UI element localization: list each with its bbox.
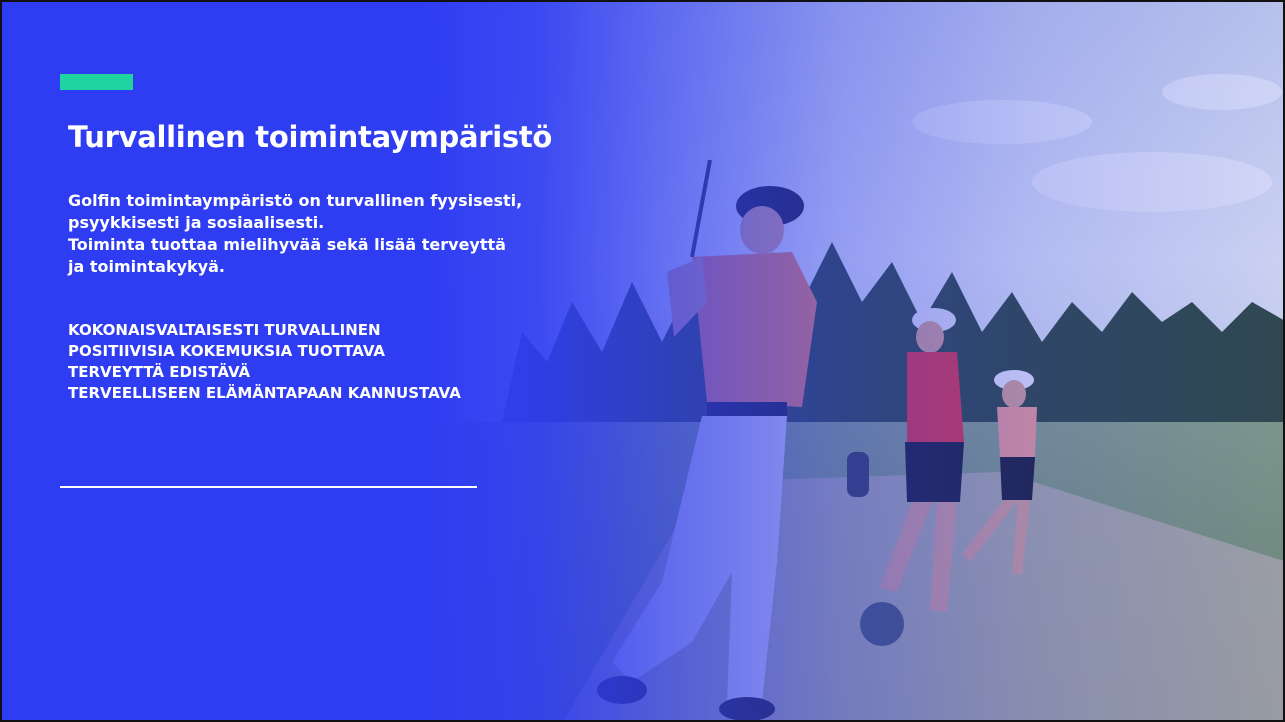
accent-bar	[60, 74, 133, 90]
key-point: TERVEYTTÄ EDISTÄVÄ	[68, 363, 251, 381]
slide-title: Turvallinen toimintaympäristö	[68, 120, 553, 154]
key-points-list: KOKONAISVALTAISESTI TURVALLINEN POSITIIV…	[68, 320, 461, 404]
key-point: POSITIIVISIA KOKEMUKSIA TUOTTAVA	[68, 342, 386, 360]
intro-line: Toiminta tuottaa mielihyvää sekä lisää t…	[68, 235, 506, 254]
key-point: KOKONAISVALTAISESTI TURVALLINEN	[68, 321, 381, 339]
intro-line: Golfin toimintaympäristö on turvallinen …	[68, 191, 523, 210]
key-point: TERVEELLISEEN ELÄMÄNTAPAAN KANNUSTAVA	[68, 384, 461, 402]
presentation-slide: Turvallinen toimintaympäristö Golfin toi…	[0, 0, 1285, 722]
intro-text: Golfin toimintaympäristö on turvallinen …	[68, 190, 608, 278]
intro-line: psyykkisesti ja sosiaalisesti.	[68, 213, 325, 232]
intro-line: ja toimintakykyä.	[68, 257, 225, 276]
divider-line	[60, 486, 477, 488]
